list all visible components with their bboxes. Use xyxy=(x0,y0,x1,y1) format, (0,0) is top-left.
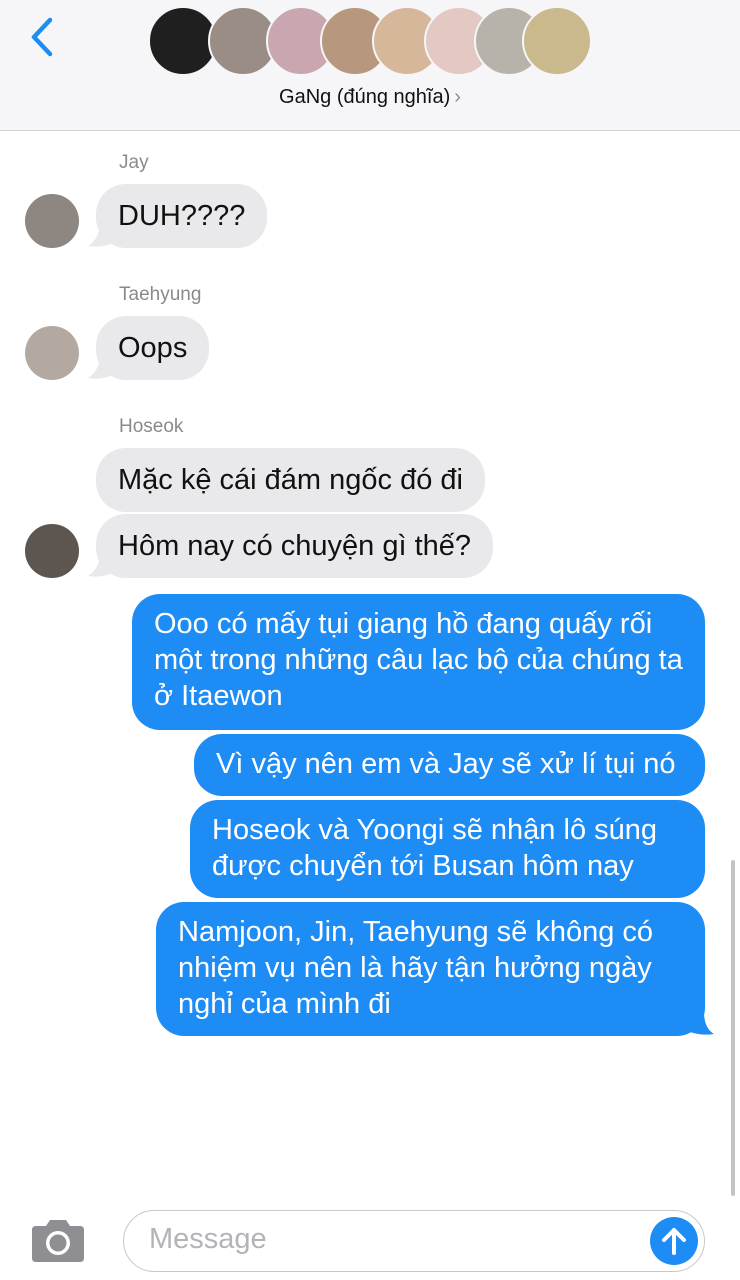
avatar xyxy=(25,326,79,380)
scroll-indicator[interactable] xyxy=(731,860,735,1196)
camera-icon[interactable] xyxy=(28,1218,88,1264)
outgoing-message[interactable]: Namjoon, Jin, Taehyung sẽ không có nhiệm… xyxy=(156,902,705,1036)
conversation-header: GaNg (đúng nghĩa) › xyxy=(0,0,740,131)
avatar xyxy=(25,194,79,248)
sender-name: Hoseok xyxy=(119,416,184,437)
incoming-message[interactable]: DUH???? xyxy=(96,184,268,248)
avatar xyxy=(522,6,592,76)
message-input[interactable]: Message xyxy=(123,1210,705,1272)
send-button[interactable] xyxy=(650,1217,698,1265)
sender-name: Jay xyxy=(119,152,149,173)
incoming-message[interactable]: Mặc kệ cái đám ngốc đó đi xyxy=(96,448,485,512)
chevron-right-icon: › xyxy=(454,86,461,108)
incoming-message[interactable]: Hôm nay có chuyện gì thế? xyxy=(96,514,494,578)
group-name-button[interactable]: GaNg (đúng nghĩa) › xyxy=(0,86,740,109)
bubble-tail xyxy=(690,1012,714,1035)
message-placeholder: Message xyxy=(149,1223,267,1255)
incoming-message[interactable]: Oops xyxy=(96,316,210,380)
outgoing-message[interactable]: Hoseok và Yoongi sẽ nhận lô súng được ch… xyxy=(190,800,705,898)
group-name: GaNg (đúng nghĩa) xyxy=(279,86,451,108)
outgoing-message[interactable]: Ooo có mấy tụi giang hồ đang quấy rối mộ… xyxy=(132,594,705,730)
sender-name: Taehyung xyxy=(119,284,202,305)
outgoing-message[interactable]: Vì vậy nên em và Jay sẽ xử lí tụi nó xyxy=(194,734,705,796)
arrow-up-icon xyxy=(662,1228,686,1255)
avatar xyxy=(25,524,79,578)
back-chevron-icon[interactable] xyxy=(22,14,62,60)
